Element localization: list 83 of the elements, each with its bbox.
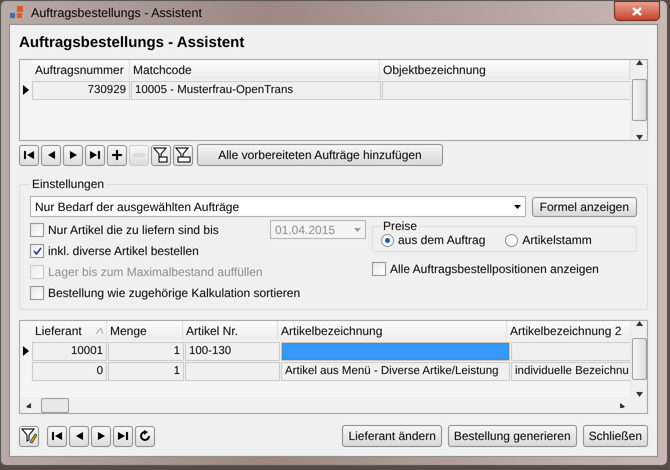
column-header[interactable]: Lieferant — [32, 321, 107, 341]
vertical-scrollbar[interactable] — [630, 60, 647, 140]
column-header[interactable]: Objektbezeichnung — [380, 60, 630, 80]
current-row-icon — [23, 346, 29, 356]
current-row-icon — [23, 85, 29, 95]
filter-icon — [175, 147, 191, 163]
previous-record-icon — [76, 432, 82, 440]
column-header[interactable]: Menge — [107, 321, 183, 341]
table-cell: 1 — [108, 362, 184, 381]
column-header[interactable]: Matchcode — [130, 60, 380, 80]
scroll-left-icon[interactable] — [26, 402, 33, 408]
dialog-button[interactable]: Schließen — [582, 425, 648, 447]
mode-dropdown[interactable]: Nur Bedarf der ausgewählten Aufträge — [30, 196, 526, 217]
table-cell: 730929 — [32, 81, 130, 100]
column-header[interactable]: Auftragsnummer — [32, 60, 130, 80]
first-button[interactable] — [47, 426, 67, 446]
previous-button[interactable] — [69, 426, 89, 446]
table-cell: 0 — [32, 362, 107, 381]
column-header[interactable]: Artikelbezeichnung 2 — [507, 321, 630, 341]
first-record-icon — [52, 432, 62, 440]
dropdown-arrow-icon — [354, 228, 361, 232]
first-button[interactable] — [19, 144, 39, 166]
checkbox[interactable] — [30, 286, 44, 300]
scrollbar-thumb[interactable] — [41, 398, 69, 412]
app-logo-icon — [9, 4, 25, 20]
radio-label: Artikelstamm — [522, 233, 592, 247]
group-title: Preise — [382, 219, 418, 233]
next-record-icon — [98, 432, 104, 440]
column-header[interactable]: Artikelbezeichnung — [278, 321, 507, 341]
first-record-icon — [24, 151, 34, 159]
dialog-heading: Auftragsbestellungs - Assistent — [19, 33, 246, 53]
checkmark-icon — [32, 246, 42, 254]
filter-edit-icon — [21, 428, 37, 444]
checkbox-label: Bestellung wie zugehörige Kalkulation sortieren — [48, 286, 300, 300]
checkbox[interactable] — [30, 222, 44, 236]
column-header[interactable]: Artikel Nr. — [183, 321, 278, 341]
show-formula-button[interactable]: Formel anzeigen — [532, 196, 637, 216]
refresh-icon — [139, 430, 151, 442]
plus-icon — [112, 150, 122, 160]
close-icon — [632, 6, 642, 16]
filter-edit-button[interactable] — [19, 426, 39, 446]
table-cell: 100-130 — [185, 342, 280, 361]
dialog-button[interactable]: Lieferant ändern — [342, 425, 442, 447]
window-title: Auftragsbestellungs - Assistent — [31, 6, 202, 20]
horizontal-scrollbar[interactable] — [20, 397, 647, 413]
refresh-button[interactable] — [135, 426, 155, 446]
add-button[interactable] — [107, 144, 127, 166]
checkbox[interactable] — [372, 262, 386, 276]
checkbox[interactable] — [30, 244, 44, 258]
dialog-button[interactable]: Bestellung generieren — [448, 425, 577, 447]
table-cell: 1 — [108, 342, 184, 361]
table-cell: Artikel aus Menü - Diverse Artike/Leistung — [281, 362, 510, 381]
last-button[interactable] — [85, 144, 105, 166]
checkbox-label: Nur Artikel die zu liefern sind bis — [48, 222, 219, 236]
last-button[interactable] — [113, 426, 133, 446]
radio-button[interactable] — [505, 234, 518, 246]
vertical-scrollbar[interactable] — [630, 321, 647, 397]
scroll-right-icon[interactable] — [620, 402, 627, 408]
checkbox-label: Alle Auftragsbestellpositionen anzeigen — [390, 262, 599, 276]
close-button[interactable] — [614, 1, 660, 21]
radio-button[interactable] — [381, 234, 394, 246]
checkbox-label: Lager bis zum Maximalbestand auffüllen — [48, 264, 263, 278]
next-button[interactable] — [63, 144, 83, 166]
next-record-icon — [70, 151, 76, 159]
scroll-down-icon[interactable] — [636, 135, 642, 140]
scroll-up-icon[interactable] — [636, 321, 642, 326]
table-cell: 10001 — [32, 342, 107, 361]
group-title: Einstellungen — [31, 177, 106, 191]
radio-label: aus dem Auftrag — [398, 233, 486, 247]
dropdown-arrow-icon — [514, 204, 521, 208]
filter-button[interactable] — [151, 144, 171, 166]
previous-button[interactable] — [41, 144, 61, 166]
filter-button[interactable] — [173, 144, 193, 166]
previous-record-icon — [48, 151, 54, 159]
next-button[interactable] — [91, 426, 111, 446]
checkbox-label: inkl. diverse Artikel bestellen — [48, 244, 199, 258]
table-cell: individuelle Bezeichnu — [511, 362, 630, 381]
filter-icon — [153, 147, 169, 163]
scroll-up-icon[interactable] — [636, 60, 642, 65]
last-record-icon — [90, 151, 100, 159]
add-all-orders-button[interactable]: Alle vorbereiteten Aufträge hinzufügen — [197, 144, 443, 166]
last-record-icon — [118, 432, 128, 440]
table-cell: 10005 - Musterfrau-OpenTrans — [131, 81, 381, 100]
